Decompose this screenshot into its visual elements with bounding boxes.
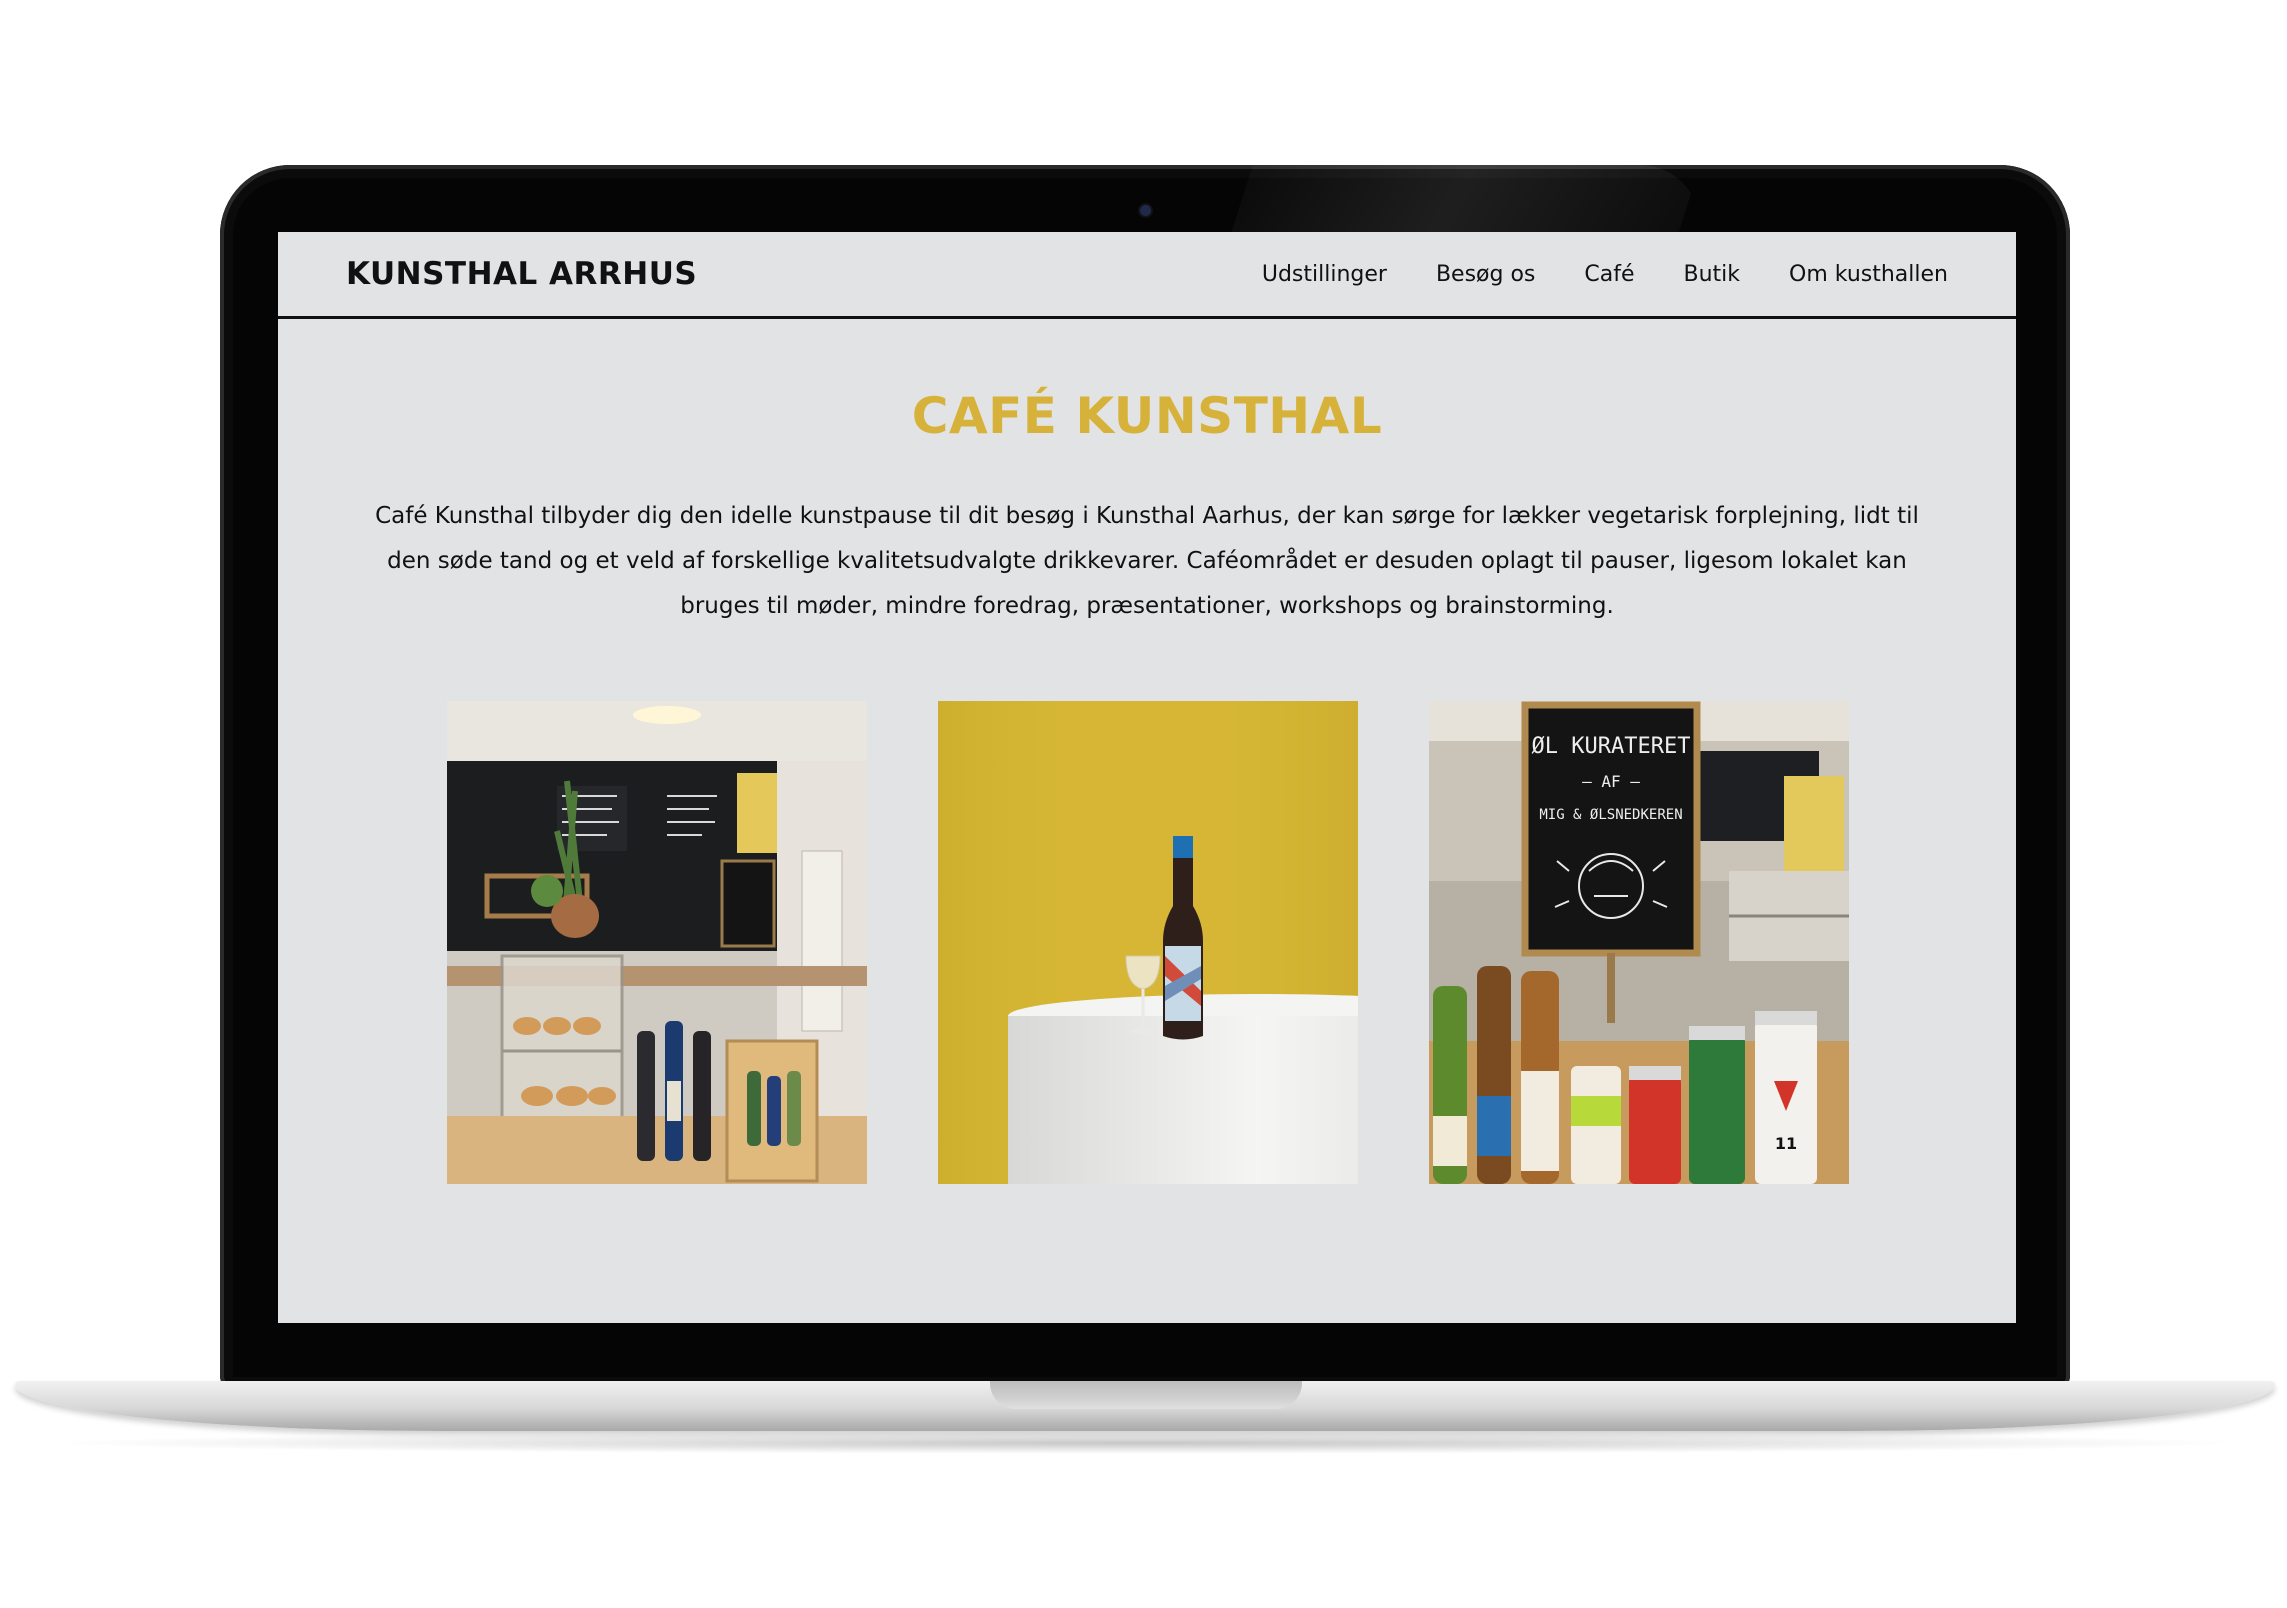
cafe-counter-photo [447,701,867,1184]
main-nav: Udstillinger Besøg os Café Butik Om kust… [1262,262,1948,287]
base-shadow [35,1432,2255,1454]
cafe-counter-illustration [447,701,867,1184]
can-label: 11 [1775,1134,1797,1153]
chalkboard-line-2: — AF — [1582,772,1640,791]
intro-paragraph: Café Kunsthal tilbyder dig den idelle ku… [375,503,1919,619]
nav-item-cafe[interactable]: Café [1584,262,1634,287]
site-logo[interactable]: KUNSTHAL ARRHUS [346,256,697,292]
laptop-base-notch [990,1381,1302,1409]
nav-item-om-kunsthallen[interactable]: Om kusthallen [1789,262,1948,287]
nav-item-udstillinger[interactable]: Udstillinger [1262,262,1387,287]
website-screen: KUNSTHAL ARRHUS Udstillinger Besøg os Ca… [278,232,2016,1323]
nav-item-butik[interactable]: Butik [1684,262,1741,287]
chalkboard-line-3: MIG & ØLSNEDKEREN [1539,807,1682,823]
site-header: KUNSTHAL ARRHUS Udstillinger Besøg os Ca… [278,232,2016,319]
beer-selection-photo: ØL KURATERET — AF — MIG & ØLSNEDKEREN 11 [1429,701,1849,1184]
chalkboard-line-1: ØL KURATERET [1532,734,1691,759]
beer-selection-illustration: ØL KURATERET — AF — MIG & ØLSNEDKEREN 11 [1429,701,1849,1184]
page-title: CAFÉ KUNSTHAL [911,387,1383,445]
wine-bottle-illustration [938,701,1358,1184]
webcam-icon [1140,205,1151,216]
nav-item-besog-os[interactable]: Besøg os [1436,262,1535,287]
wine-bottle-photo [938,701,1358,1184]
